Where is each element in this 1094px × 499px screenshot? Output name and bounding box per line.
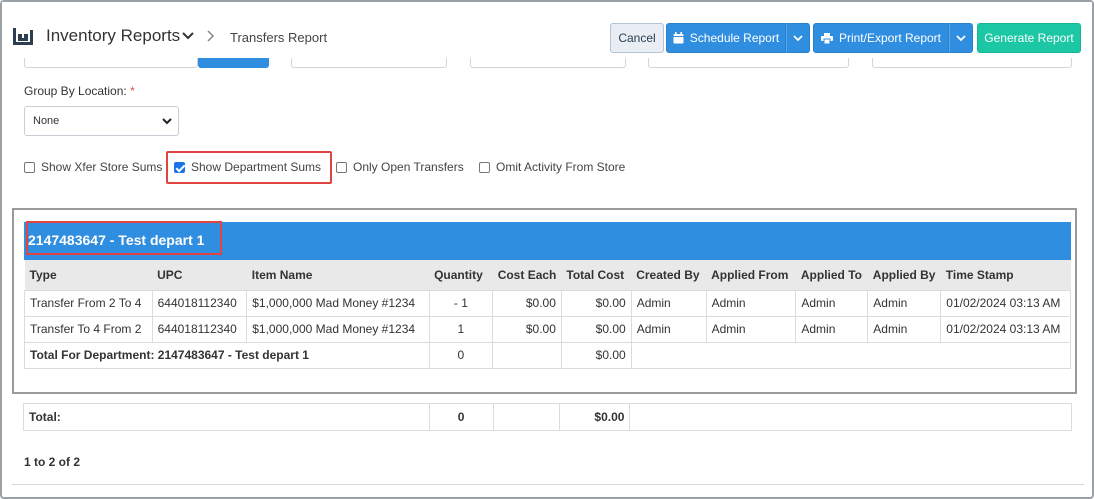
empty-cell — [492, 341, 562, 369]
grand-total-cost: $0.00 — [559, 403, 631, 431]
generate-report-label: Generate Report — [984, 31, 1074, 45]
empty-cell — [630, 341, 1072, 369]
col-header[interactable]: UPC — [152, 260, 247, 290]
group-by-label-text: Group By Location: — [24, 84, 127, 98]
cell-time-stamp: 01/02/2024 03:13 AM — [940, 289, 1071, 317]
checkbox-label: Omit Activity From Store — [496, 160, 626, 174]
col-header[interactable]: Cost Each — [492, 260, 562, 290]
cell-upc: 644018112340 — [151, 315, 248, 343]
col-header[interactable]: Item Name — [246, 260, 430, 290]
col-header[interactable]: Applied To — [795, 260, 868, 290]
table-header-row: Type UPC Item Name Quantity Cost Each To… — [24, 260, 1071, 290]
checkbox-box[interactable] — [24, 161, 35, 173]
chevron-down-icon — [162, 118, 172, 125]
cell-applied-by: Admin — [867, 315, 942, 343]
schedule-report-dropdown[interactable] — [786, 23, 810, 53]
field-stub-active[interactable] — [198, 58, 269, 68]
breadcrumb[interactable]: Transfers Report — [230, 30, 327, 45]
chevron-right-icon — [207, 30, 215, 42]
col-header[interactable]: Type — [24, 260, 153, 290]
chevron-down-icon — [793, 35, 803, 42]
divider — [12, 484, 1084, 485]
department-total-cost: $0.00 — [560, 341, 632, 369]
schedule-report-button[interactable]: Schedule Report — [666, 23, 786, 53]
chevron-down-icon — [956, 35, 966, 42]
cancel-button-label: Cancel — [618, 31, 656, 45]
cell-created-by: Admin — [630, 315, 707, 343]
field-stub[interactable] — [648, 58, 849, 68]
print-export-button[interactable]: Print/Export Report — [813, 23, 949, 53]
field-stub[interactable] — [872, 58, 1072, 68]
checkbox-show-xfer-store-sums[interactable]: Show Xfer Store Sums — [24, 160, 162, 174]
cancel-button[interactable]: Cancel — [610, 23, 664, 53]
checkbox-omit-activity-from-store[interactable]: Omit Activity From Store — [479, 160, 625, 174]
grand-total-quantity: 0 — [428, 403, 494, 431]
field-stub[interactable] — [470, 58, 626, 68]
cell-item-name: $1,000,000 Mad Money #1234 — [246, 289, 430, 317]
department-total-label: Total For Department: 2147483647 - Test … — [24, 341, 430, 369]
col-header[interactable]: Quantity — [429, 260, 493, 290]
printer-icon — [820, 32, 833, 44]
col-header[interactable]: Applied By — [867, 260, 941, 290]
col-header[interactable]: Applied From — [706, 260, 796, 290]
field-stub[interactable] — [291, 58, 447, 68]
department-total-row: Total For Department: 2147483647 - Test … — [24, 341, 1072, 369]
schedule-report-label: Schedule Report — [689, 31, 780, 45]
generate-report-button[interactable]: Generate Report — [977, 23, 1081, 53]
grand-total-row: Total: 0 $0.00 — [23, 403, 1072, 431]
field-stub[interactable] — [24, 58, 198, 68]
empty-cell — [492, 403, 561, 431]
checkbox-box[interactable] — [479, 161, 490, 173]
cell-type: Transfer To 4 From 2 — [24, 315, 153, 343]
cell-applied-by: Admin — [867, 289, 942, 317]
group-by-value: None — [33, 115, 60, 127]
col-header[interactable]: Time Stamp — [940, 260, 1071, 290]
cell-quantity: 1 — [428, 315, 494, 343]
cell-created-by: Admin — [630, 289, 707, 317]
highlight-annotation — [26, 221, 222, 255]
group-by-label: Group By Location: * — [24, 84, 135, 98]
page-title: Inventory Reports — [46, 26, 181, 45]
warehouse-icon — [13, 28, 33, 45]
checkbox-box[interactable] — [336, 161, 347, 173]
checkbox-label: Show Xfer Store Sums — [41, 160, 163, 174]
department-report-panel: 2147483647 - Test depart 1 Type UPC Item… — [12, 208, 1077, 394]
cell-quantity: - 1 — [428, 289, 494, 317]
chevron-down-icon[interactable] — [182, 31, 194, 41]
grand-total-table: Total: 0 $0.00 — [23, 403, 1072, 431]
cell-applied-from: Admin — [705, 315, 797, 343]
cell-total-cost: $0.00 — [560, 289, 632, 317]
group-by-select[interactable]: None — [24, 106, 179, 136]
col-header[interactable]: Total Cost — [561, 260, 632, 290]
highlight-annotation — [166, 151, 332, 184]
report-table: Type UPC Item Name Quantity Cost Each To… — [24, 260, 1072, 369]
cell-applied-to: Admin — [795, 289, 869, 317]
department-total-quantity: 0 — [428, 341, 494, 369]
print-export-label: Print/Export Report — [838, 31, 942, 45]
checkbox-label: Only Open Transfers — [353, 160, 464, 174]
cell-cost-each: $0.00 — [492, 315, 562, 343]
pagination-summary: 1 to 2 of 2 — [24, 455, 81, 469]
cell-upc: 644018112340 — [151, 289, 248, 317]
cell-time-stamp: 01/02/2024 03:13 AM — [940, 315, 1071, 343]
cell-total-cost: $0.00 — [560, 315, 632, 343]
cell-type: Transfer From 2 To 4 — [24, 289, 153, 317]
grand-total-label: Total: — [23, 403, 430, 431]
table-row: Transfer To 4 From 2 644018112340 $1,000… — [24, 315, 1071, 343]
print-export-dropdown[interactable] — [949, 23, 973, 53]
empty-cell — [629, 403, 1072, 431]
table-row: Transfer From 2 To 4 644018112340 $1,000… — [24, 289, 1071, 317]
cell-cost-each: $0.00 — [492, 289, 562, 317]
cell-item-name: $1,000,000 Mad Money #1234 — [246, 315, 430, 343]
required-mark: * — [130, 84, 135, 98]
cell-applied-to: Admin — [795, 315, 869, 343]
cell-applied-from: Admin — [705, 289, 797, 317]
calendar-icon — [673, 32, 684, 44]
checkbox-only-open-transfers[interactable]: Only Open Transfers — [336, 160, 464, 174]
col-header[interactable]: Created By — [631, 260, 707, 290]
